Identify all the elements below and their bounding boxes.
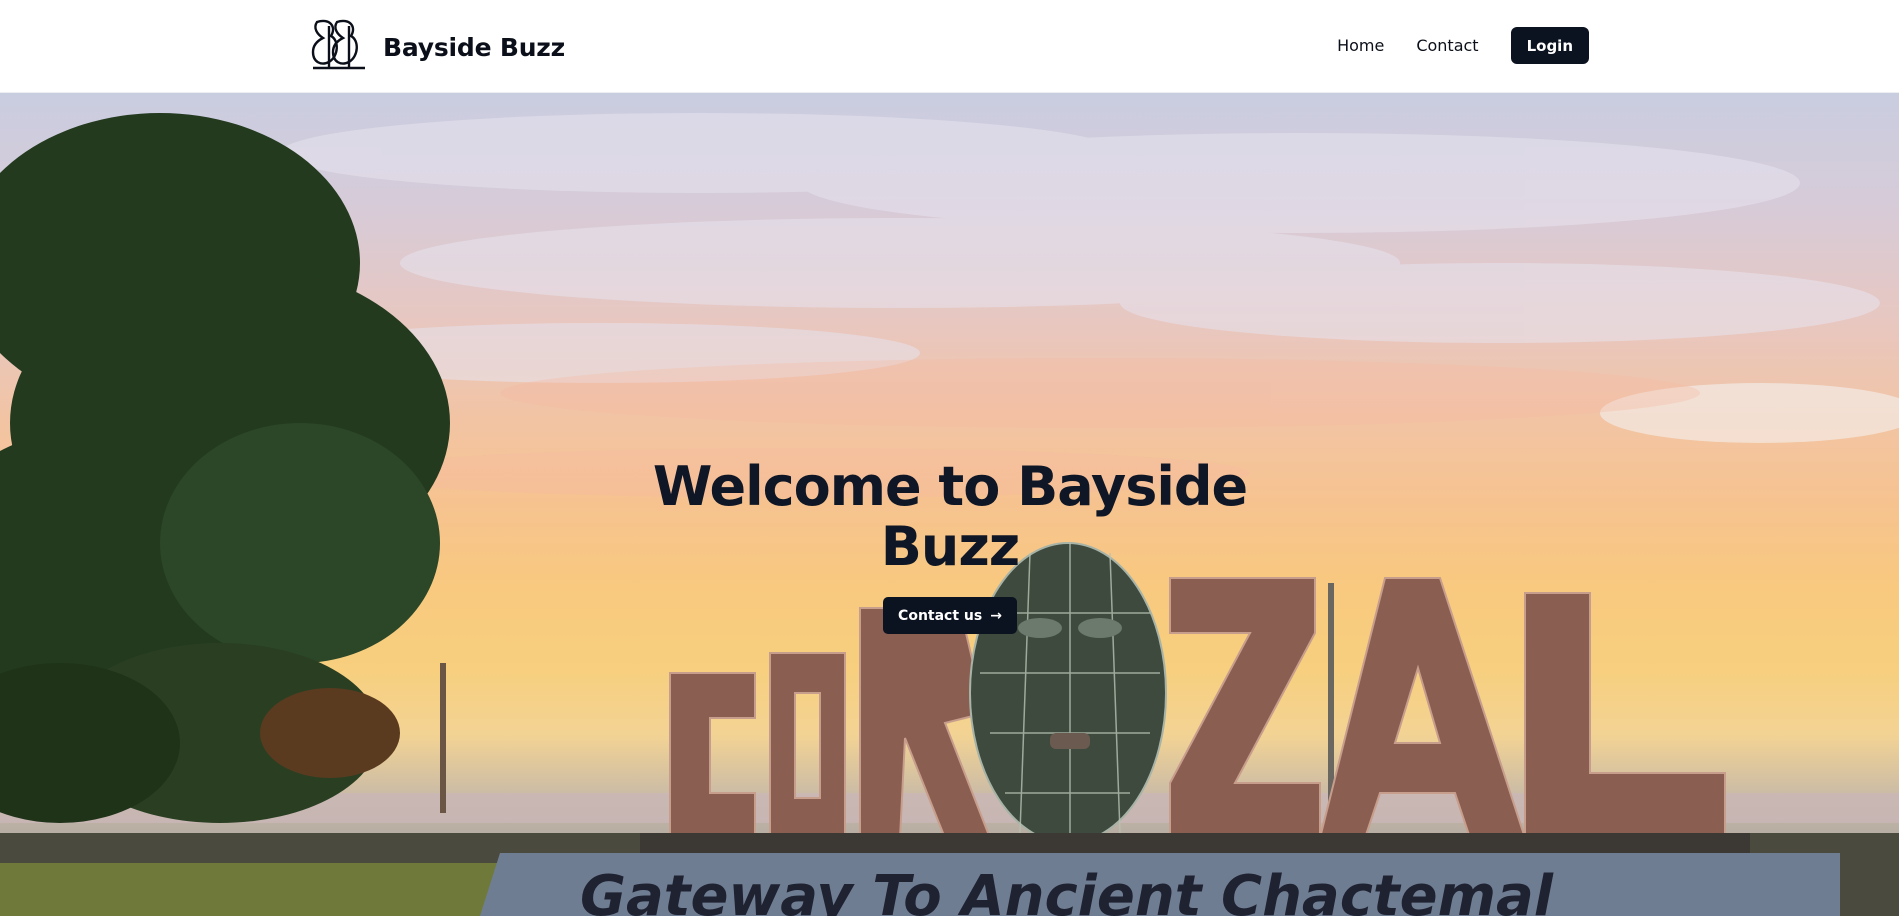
contact-us-button[interactable]: Contact us →	[883, 597, 1017, 634]
nav-home-link[interactable]: Home	[1337, 36, 1384, 55]
hero-content: Welcome to Bayside Buzz Contact us →	[650, 457, 1250, 634]
contact-us-label: Contact us	[898, 607, 983, 624]
login-button[interactable]: Login	[1510, 27, 1589, 64]
brand-logo-icon	[307, 16, 373, 78]
main-nav: Home Contact Login	[1337, 27, 1589, 64]
brand-name: Bayside Buzz	[383, 32, 566, 62]
hero-section: Gateway To Ancient Chactemal Welcome to …	[0, 93, 1899, 916]
arrow-right-icon: →	[990, 607, 1002, 624]
brand-link[interactable]: Bayside Buzz	[307, 16, 565, 78]
site-header: Bayside Buzz Home Contact Login	[0, 0, 1899, 93]
nav-contact-link[interactable]: Contact	[1416, 36, 1478, 55]
hero-title: Welcome to Bayside Buzz	[652, 455, 1248, 578]
plaque-text: Gateway To Ancient Chactemal	[580, 864, 1554, 916]
